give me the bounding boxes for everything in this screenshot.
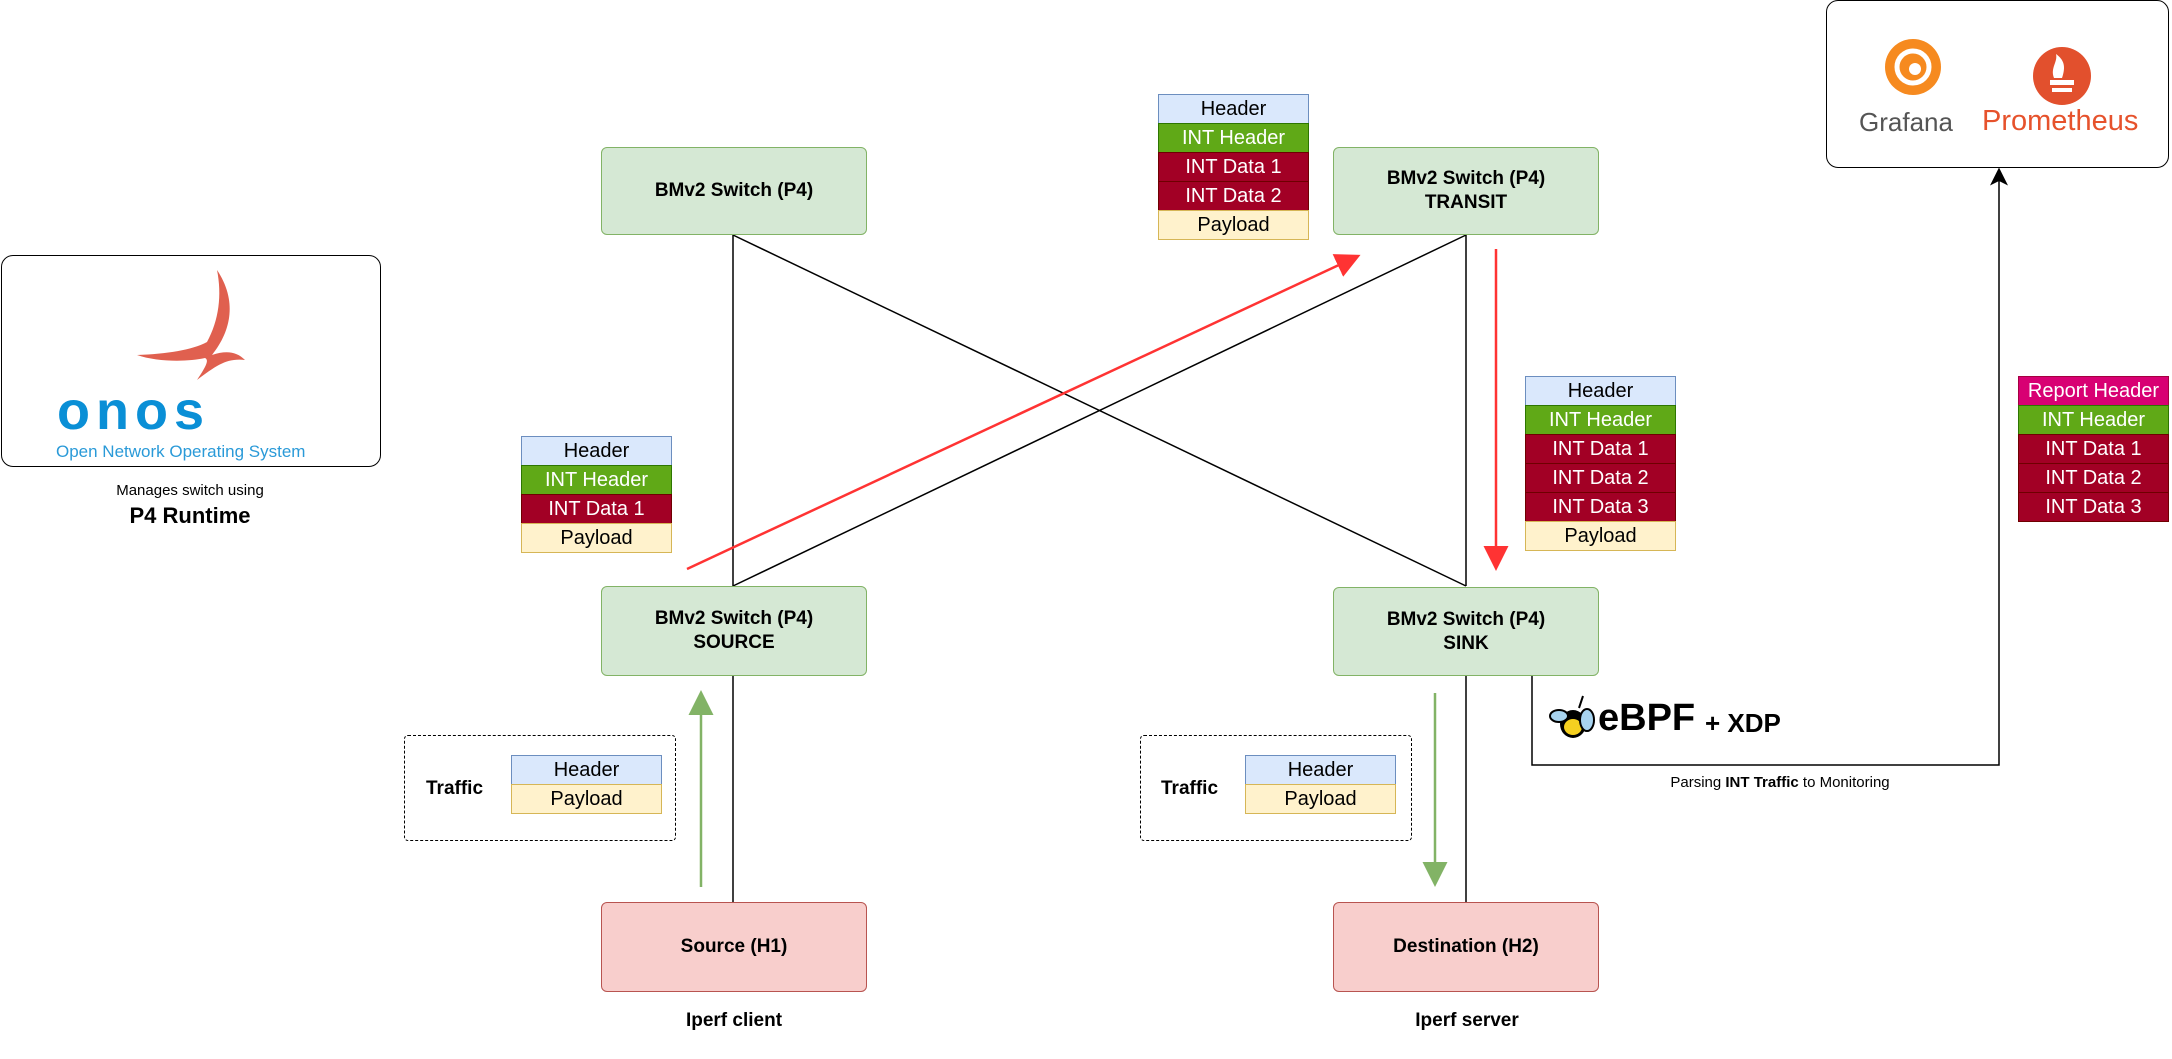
onos-caption-bold: P4 Runtime: [129, 503, 251, 528]
ebpf-bee-icon: [1549, 695, 1595, 738]
switch-top-left[interactable]: BMv2 Switch (P4): [601, 147, 867, 235]
packet-row: INT Data 1: [1158, 152, 1309, 182]
int-arrow-source-to-transit: [686, 254, 1361, 571]
traffic-packet: Header Payload: [511, 755, 662, 814]
caption-prefix: Parsing: [1670, 774, 1726, 791]
packet-row: INT Header: [521, 465, 672, 495]
packet-row: INT Data 2: [1158, 181, 1309, 211]
packet-row: Header: [1158, 94, 1309, 124]
grafana-icon: [1885, 39, 1941, 95]
packet-row: Payload: [1158, 210, 1309, 240]
caption-bold: INT Traffic: [1725, 774, 1799, 791]
switch-title: BMv2 Switch (P4): [654, 180, 814, 201]
onos-box: onos Open Network Operating System: [1, 255, 381, 467]
host-source[interactable]: Source (H1): [601, 902, 867, 992]
packet-row: Header: [1245, 755, 1396, 785]
packet-row: INT Data 2: [1525, 463, 1676, 493]
packet-row: INT Header: [1525, 405, 1676, 435]
packet-row: Payload: [1245, 784, 1396, 814]
monitoring-box: Grafana Prometheus: [1826, 0, 2169, 168]
switch-role: SOURCE: [693, 632, 775, 653]
traffic-label: Traffic: [426, 778, 484, 799]
switch-title: BMv2 Switch (P4): [654, 608, 814, 629]
host-title: Destination (H2): [1393, 936, 1539, 957]
packet-row: Header: [1525, 376, 1676, 406]
onos-caption: Manages switch using: [116, 482, 264, 499]
host-source-caption: Iperf client: [685, 1010, 783, 1031]
switch-role: TRANSIT: [1424, 192, 1508, 213]
packet-sink-in: Header INT Header INT Data 1 INT Data 2 …: [1525, 376, 1676, 551]
packet-source-out: Header INT Header INT Data 1 Payload: [521, 436, 672, 553]
host-title: Source (H1): [680, 936, 788, 957]
switch-title: BMv2 Switch (P4): [1386, 168, 1546, 189]
packet-row: Header: [511, 755, 662, 785]
onos-wordmark: onos: [57, 381, 210, 441]
packet-row: Report Header: [2018, 376, 2169, 406]
packet-report: Report Header INT Header INT Data 1 INT …: [2018, 376, 2169, 522]
grafana-label: Grafana: [1859, 107, 1953, 137]
traffic-box-destination: Traffic Header Payload: [1140, 735, 1412, 841]
prometheus-label: Prometheus: [1982, 105, 2139, 137]
packet-row: Payload: [511, 784, 662, 814]
packet-transit-out: Header INT Header INT Data 1 INT Data 2 …: [1158, 94, 1309, 240]
packet-row: Payload: [521, 523, 672, 553]
traffic-label: Traffic: [1161, 778, 1219, 799]
host-destination-caption: Iperf server: [1415, 1010, 1519, 1031]
onos-bird-logo: [137, 270, 245, 380]
traffic-box-source: Traffic Header Payload: [404, 735, 676, 841]
switch-role: SINK: [1443, 632, 1489, 654]
ebpf-xdp-label: + XDP: [1705, 708, 1781, 738]
diagram-canvas: onos Open Network Operating System Manag…: [0, 0, 2172, 1059]
packet-row: INT Header: [1158, 123, 1309, 153]
ebpf-logo-text: eBPF: [1598, 697, 1696, 739]
switch-source[interactable]: BMv2 Switch (P4) SOURCE: [601, 586, 867, 676]
monitoring-link-caption: Parsing INT Traffic to Monitoring: [1670, 774, 1889, 791]
packet-row: INT Header: [2018, 405, 2169, 435]
switch-sink[interactable]: BMv2 Switch (P4) SINK: [1333, 587, 1599, 676]
prometheus-icon: [2033, 47, 2091, 105]
host-destination[interactable]: Destination (H2): [1333, 902, 1599, 992]
packet-row: INT Data 2: [2018, 463, 2169, 493]
packet-row: Payload: [1525, 521, 1676, 551]
packet-row: INT Data 1: [2018, 434, 2169, 464]
caption-suffix: to Monitoring: [1798, 774, 1890, 791]
packet-row: INT Data 3: [1525, 492, 1676, 522]
packet-row: INT Data 3: [2018, 492, 2169, 522]
traffic-packet: Header Payload: [1245, 755, 1396, 814]
packet-row: Header: [521, 436, 672, 466]
switch-transit[interactable]: BMv2 Switch (P4) TRANSIT: [1333, 147, 1599, 235]
packet-row: INT Data 1: [1525, 434, 1676, 464]
packet-row: INT Data 1: [521, 494, 672, 524]
onos-tagline: Open Network Operating System: [56, 442, 306, 461]
switch-title: BMv2 Switch (P4): [1386, 608, 1546, 630]
